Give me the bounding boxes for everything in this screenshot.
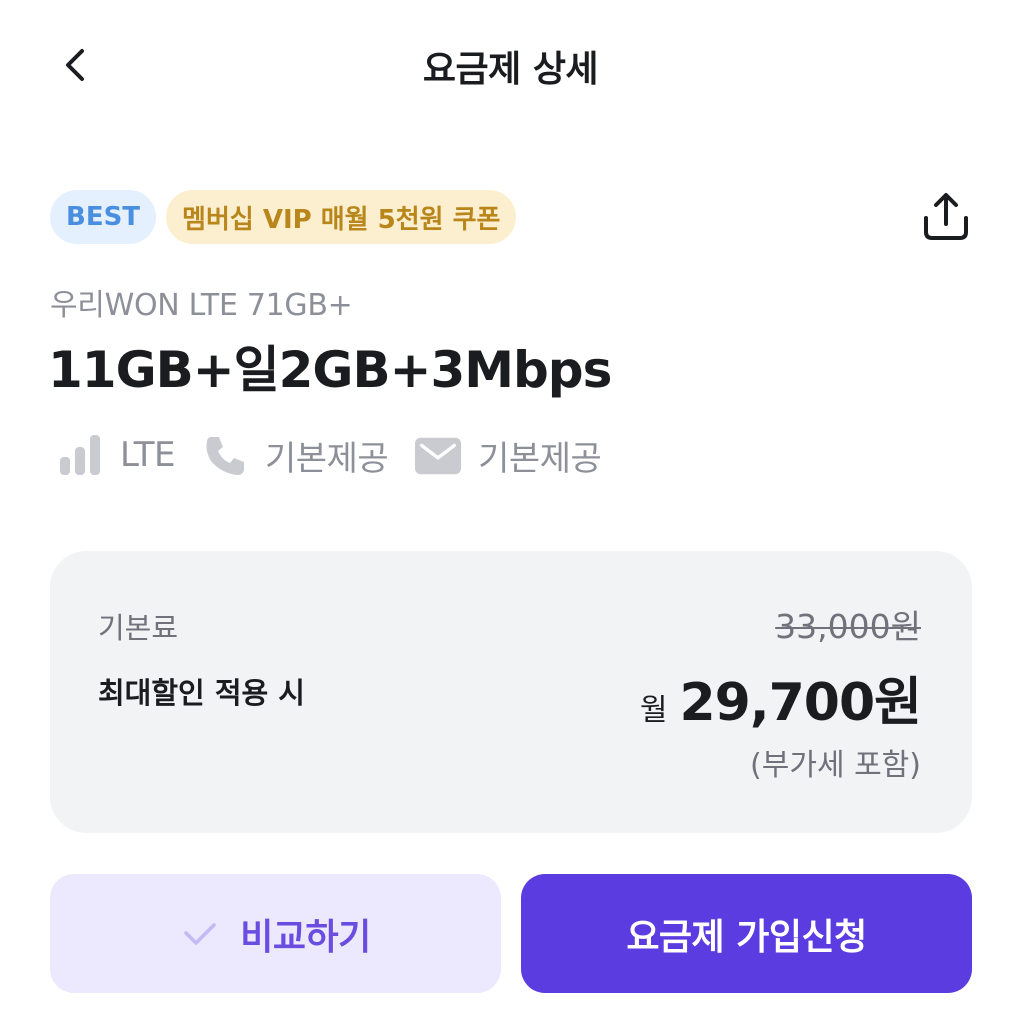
plan-subtitle: 우리WON LTE 71GB+ — [50, 288, 353, 323]
badge-row: BEST 멤버십 VIP 매월 5천원 쿠폰 — [50, 190, 517, 244]
signal-bars-icon — [56, 431, 104, 479]
compare-button[interactable]: 비교하기 — [50, 874, 501, 993]
feature-network: LTE — [56, 431, 176, 479]
feature-sms: 기본제공 — [414, 431, 602, 480]
share-button[interactable] — [914, 186, 978, 246]
feature-voice: 기본제공 — [201, 431, 389, 480]
share-icon — [924, 193, 968, 240]
max-discount-label: 최대할인 적용 시 — [98, 676, 305, 710]
final-price-amount: 29,700원 — [679, 673, 922, 733]
final-price: 월 29,700원 — [639, 660, 922, 735]
vat-note: (부가세 포함) — [750, 748, 921, 783]
plan-name: 11GB+일2GB+3Mbps — [48, 341, 612, 399]
page-title: 요금제 상세 — [422, 49, 599, 90]
feature-voice-label: 기본제공 — [265, 438, 389, 479]
mail-icon — [414, 431, 462, 479]
signup-button-label: 요금제 가입신청 — [626, 916, 867, 958]
feature-network-label: LTE — [120, 435, 176, 475]
monthly-prefix: 월 — [639, 693, 668, 728]
phone-icon — [201, 431, 249, 479]
vip-coupon-badge: 멤버십 VIP 매월 5천원 쿠폰 — [166, 190, 517, 244]
signup-button[interactable]: 요금제 가입신청 — [521, 874, 972, 993]
header: 요금제 상세 — [0, 0, 1021, 130]
best-badge: BEST — [50, 190, 157, 244]
compare-button-label: 비교하기 — [240, 916, 371, 958]
original-price: 33,000원 — [775, 607, 921, 646]
feature-sms-label: 기본제공 — [478, 438, 602, 479]
feature-row: LTE 기본제공 기본제공 — [56, 428, 627, 482]
base-fee-label: 기본료 — [98, 611, 179, 645]
check-icon — [180, 914, 220, 954]
